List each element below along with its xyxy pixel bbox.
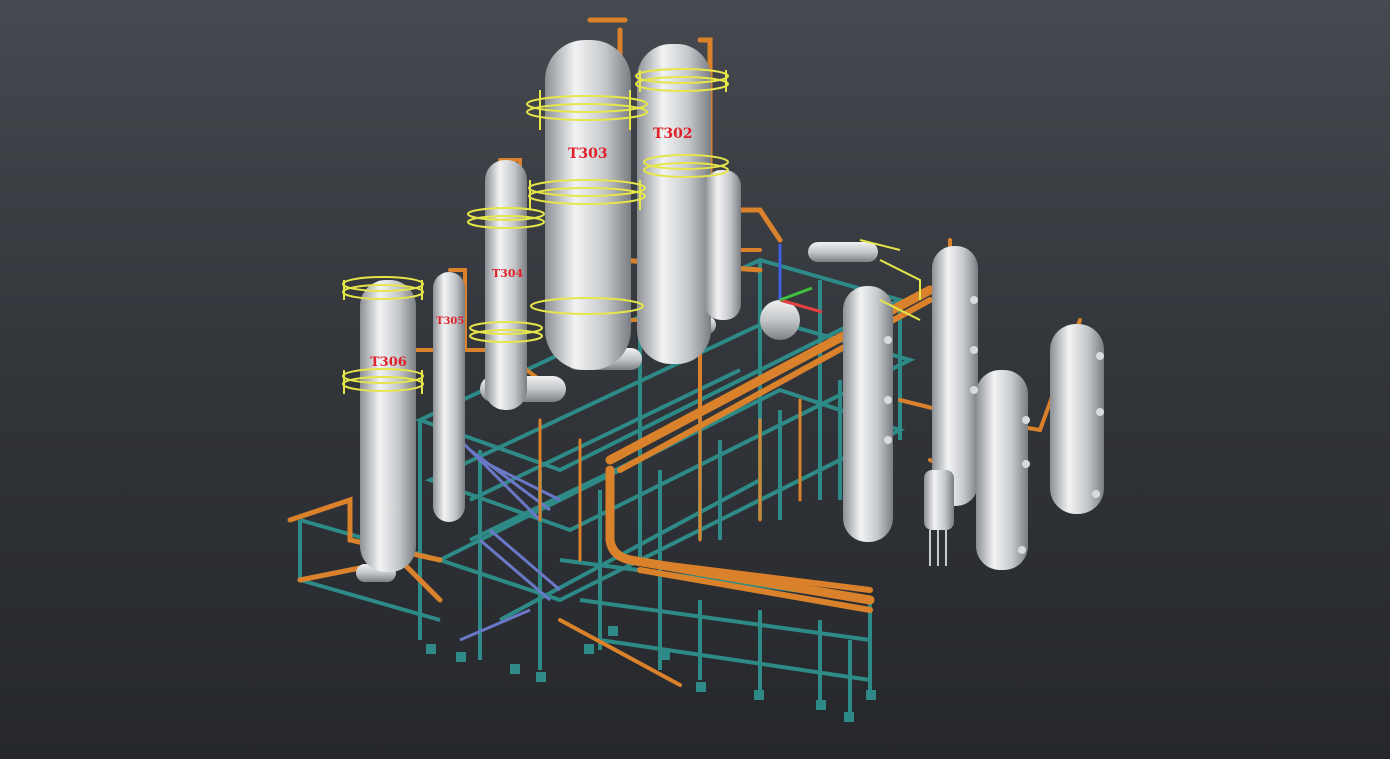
steel-footings: [426, 626, 876, 722]
tag-t304: T304: [492, 267, 523, 280]
plant-model-canvas[interactable]: T303 T302 T304 T305 T306: [0, 0, 1390, 759]
stairs: [458, 438, 561, 642]
column-t306[interactable]: [360, 280, 416, 572]
tag-t303: T303: [568, 146, 608, 162]
tag-t306: T306: [370, 355, 407, 370]
column-t303[interactable]: [545, 40, 631, 370]
column-t304[interactable]: [485, 160, 527, 410]
tag-t305: T305: [436, 316, 464, 327]
column-t305[interactable]: [433, 272, 465, 522]
tag-t302: T302: [653, 126, 693, 142]
3d-model-viewport[interactable]: T303 T302 T304 T305 T306: [0, 0, 1390, 759]
side-vessels[interactable]: [843, 246, 1104, 570]
